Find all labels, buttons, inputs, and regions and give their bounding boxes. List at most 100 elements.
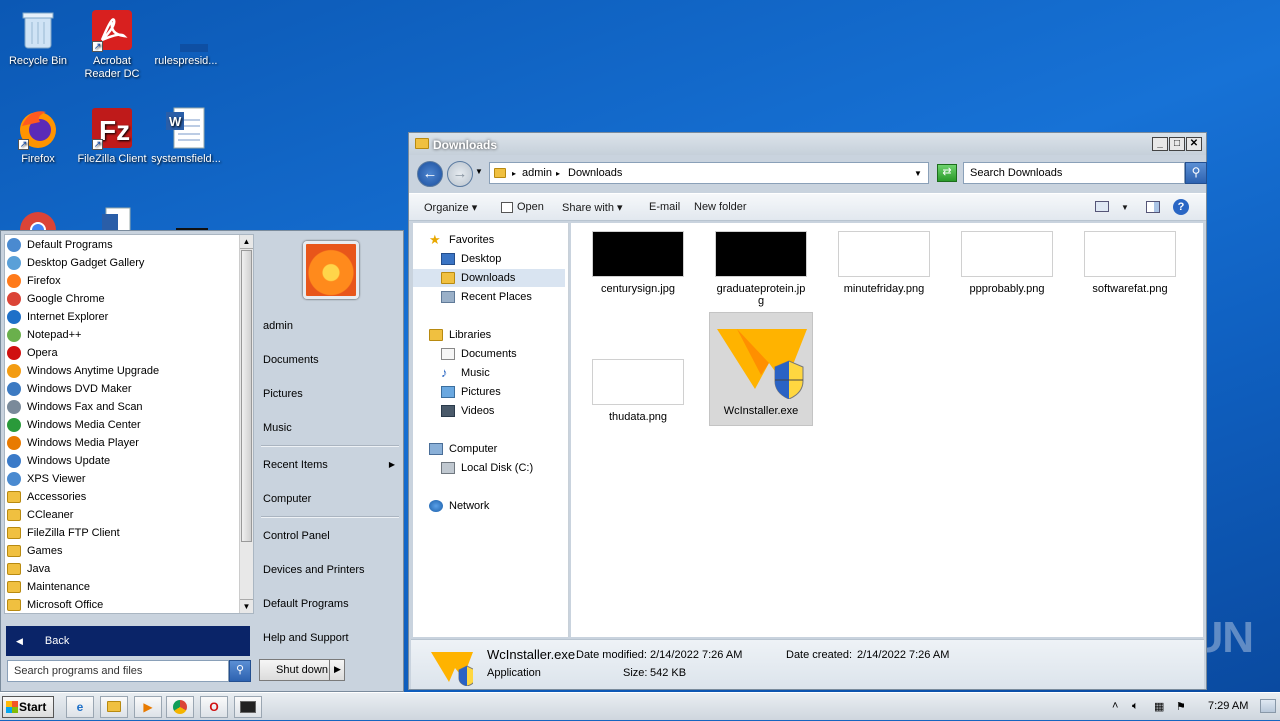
scrollbar[interactable]: ▲ ▼ [239,235,253,613]
search-icon[interactable]: ⚲ [229,660,251,682]
desktop-icon-filezilla[interactable]: Fz ↗ FileZilla Client [74,102,150,166]
program-item[interactable]: Games [7,542,241,560]
scroll-up-arrow[interactable]: ▲ [240,235,253,249]
view-icon[interactable] [1095,201,1109,212]
program-item[interactable]: Google Chrome [7,290,241,308]
image-thumbnail [592,231,684,277]
view-dropdown[interactable]: ▼ [1121,203,1129,212]
detail-created-label: Date created: [786,649,853,661]
file-item[interactable]: softwarefat.png [1078,231,1182,295]
start-item-pictures[interactable]: Pictures [263,383,399,405]
address-box[interactable]: ▸ admin ▸ Downloads ▼ [489,162,929,184]
email-button[interactable]: E-mail [649,201,680,213]
file-item[interactable]: ppprobably.png [955,231,1059,295]
desktop-icon-systemsfield[interactable]: W systemsfield... [148,102,224,166]
desktop-icon-rulespresid[interactable]: rulespresid... [148,4,226,68]
program-item[interactable]: FileZilla FTP Client [7,524,241,542]
program-item[interactable]: Opera [7,344,241,362]
word-icon: W [164,106,208,150]
file-item[interactable]: graduateprotein.jpg [709,231,813,307]
chevron-down-icon[interactable]: ▼ [914,169,922,178]
program-item[interactable]: Windows Anytime Upgrade [7,362,241,380]
share-with-button[interactable]: Share with ▾ [562,201,623,214]
program-item[interactable]: Microsoft Office [7,596,241,614]
shutdown-options-arrow[interactable]: ▶ [329,659,345,681]
start-item-help-support[interactable]: Help and Support [263,627,399,649]
program-item[interactable]: Windows Media Player [7,434,241,452]
program-item[interactable]: Internet Explorer [7,308,241,326]
back-button[interactable]: ← [417,161,443,187]
search-icon[interactable]: ⚲ [1185,162,1207,184]
start-search-input[interactable]: Search programs and files [7,660,229,682]
desktop-icon-firefox[interactable]: ↗ Firefox [0,102,76,166]
program-item[interactable]: Java [7,560,241,578]
program-item[interactable]: Notepad++ [7,326,241,344]
program-item[interactable]: CCleaner [7,506,241,524]
show-desktop-button[interactable] [1260,699,1276,713]
desktop-icon-acrobat[interactable]: ↗ Acrobat Reader DC [74,4,150,81]
recent-pages-dropdown[interactable]: ▼ [475,167,483,176]
nav-favorites[interactable]: ★ Favorites [429,231,581,249]
start-item-computer[interactable]: Computer [263,488,399,510]
explorer-window[interactable]: Downloads _ □ ✕ ← → ▼ ▸ admin ▸ Download… [408,132,1207,690]
desktop-icon-recycle-bin[interactable]: Recycle Bin [0,4,76,68]
maximize-button[interactable]: □ [1169,137,1185,151]
show-hidden-icons[interactable]: ˄ [1112,700,1118,712]
start-item-music[interactable]: Music [263,417,399,439]
title-bar[interactable]: Downloads _ □ ✕ [409,133,1206,155]
scroll-thumb[interactable] [241,250,252,542]
file-item[interactable]: thudata.png [586,359,690,423]
chrome-taskbar-icon[interactable] [166,696,194,718]
refresh-button[interactable]: ⇄ [937,164,957,182]
media-player-taskbar-icon[interactable]: ▶ [134,696,162,718]
action-center-flag-icon[interactable]: ⚑ [1176,700,1186,713]
nav-computer[interactable]: Computer [429,440,581,458]
breadcrumb-admin[interactable]: admin [522,167,552,179]
nav-libraries[interactable]: Libraries [429,326,581,344]
preview-pane-icon[interactable] [1146,201,1160,213]
file-item[interactable]: minutefriday.png [832,231,936,295]
program-item[interactable]: Firefox [7,272,241,290]
new-folder-button[interactable]: New folder [694,201,747,213]
terminal-taskbar-icon[interactable] [234,696,262,718]
opera-taskbar-icon[interactable]: O [200,696,228,718]
file-item[interactable]: centurysign.jpg [586,231,690,295]
breadcrumb-downloads[interactable]: Downloads [568,167,622,179]
start-item-documents[interactable]: Documents [263,349,399,371]
search-input[interactable]: Search Downloads [963,162,1185,184]
forward-button[interactable]: → [447,161,473,187]
start-item-recent-items[interactable]: Recent Items ▶ [263,454,399,476]
program-item[interactable]: XPS Viewer [7,470,241,488]
program-item[interactable]: Windows Media Center [7,416,241,434]
back-button[interactable]: ◀ Back [6,626,250,656]
window-title: Downloads [433,138,498,152]
scroll-down-arrow[interactable]: ▼ [240,599,253,613]
nav-network[interactable]: Network [429,497,581,515]
start-button[interactable]: Start [2,696,54,718]
volume-icon[interactable]: 🔈︎ [1132,700,1139,713]
explorer-taskbar-icon[interactable] [100,696,128,718]
organize-button[interactable]: Organize ▾ [424,201,477,214]
start-item-default-programs[interactable]: Default Programs [263,593,399,615]
start-item-control-panel[interactable]: Control Panel [263,525,399,547]
close-button[interactable]: ✕ [1186,137,1202,151]
program-item[interactable]: Desktop Gadget Gallery [7,254,241,272]
open-button[interactable]: Open [501,201,544,213]
program-item[interactable]: Default Programs [7,236,241,254]
program-item[interactable]: Accessories [7,488,241,506]
network-tray-icon[interactable]: ▦ [1154,700,1164,713]
star-icon: ★ [429,232,441,248]
minimize-button[interactable]: _ [1152,137,1168,151]
user-avatar[interactable] [303,241,359,299]
start-item-user[interactable]: admin [263,315,399,337]
program-item[interactable]: Windows Fax and Scan [7,398,241,416]
help-icon[interactable]: ? [1173,199,1189,215]
nav-downloads[interactable]: Downloads [413,269,565,287]
program-item[interactable]: Maintenance [7,578,241,596]
start-item-devices-printers[interactable]: Devices and Printers [263,559,399,581]
program-item[interactable]: Windows DVD Maker [7,380,241,398]
clock[interactable]: 7:29 AM [1208,700,1248,712]
program-item[interactable]: Windows Update [7,452,241,470]
ie-taskbar-icon[interactable]: e [66,696,94,718]
file-item-selected[interactable]: WcInstaller.exe [709,312,813,426]
